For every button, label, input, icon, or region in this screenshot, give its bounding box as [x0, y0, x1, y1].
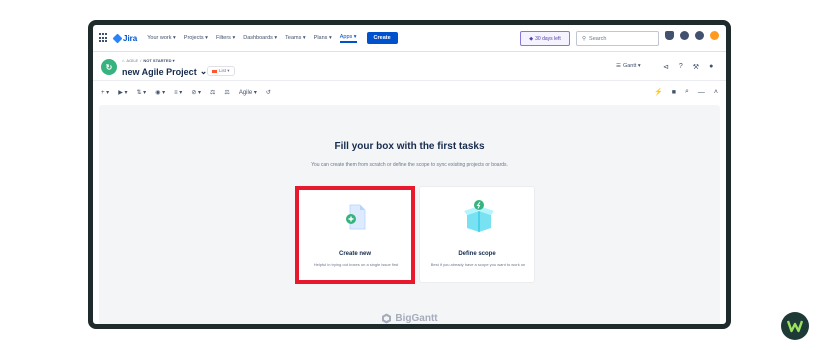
biggantt-logo-icon — [382, 313, 392, 324]
project-title-text: new Agile Project — [122, 66, 197, 77]
nav-apps[interactable]: Apps ▾ — [339, 34, 357, 43]
jira-logo[interactable]: Jira — [112, 33, 138, 43]
share-icon[interactable]: ⊲ — [663, 63, 669, 71]
trial-badge[interactable]: ◆ 30 days left — [520, 31, 570, 46]
add-button[interactable]: + ▾ — [101, 89, 109, 96]
define-scope-description: Best if you already have a scope you wan… — [430, 262, 526, 267]
calendar-icon[interactable]: ■ — [672, 89, 676, 96]
empty-state-subheading: You can create them from scratch or defi… — [311, 162, 508, 168]
lightning-icon[interactable]: ⚡ — [654, 88, 663, 96]
top-right-icons — [665, 31, 719, 40]
gantt-toolbar: + ▾ ▶ ▾ ⇅ ▾ ◉ ▾ ≡ ▾ ⊘ ▾ ⚖ ⚖ Agile ▾ ↺ — [93, 82, 726, 102]
sort-button[interactable]: ⇅ ▾ — [136, 89, 146, 96]
nav-plans[interactable]: Plans ▾ — [314, 35, 332, 41]
project-header: ↻ ⌂ AGILE / NOT STARTED ▾ new Agile Proj… — [93, 53, 726, 81]
help-icon[interactable] — [680, 31, 689, 40]
visibility-button[interactable]: ◉ ▾ — [155, 89, 165, 96]
nav-your-work[interactable]: Your work ▾ — [147, 35, 176, 41]
app-window: Jira Your work ▾ Projects ▾ Filters ▾ Da… — [88, 20, 731, 329]
brand-name: BigGantt — [395, 313, 438, 324]
empty-state-canvas: Fill your box with the first tasks You c… — [99, 105, 720, 324]
define-scope-card[interactable]: Define scope Best if you already have a … — [419, 186, 535, 283]
gantt-icon: ☰ — [616, 63, 621, 69]
bell-icon[interactable] — [665, 31, 674, 40]
nav-projects[interactable]: Projects ▾ — [184, 35, 208, 41]
user-icon[interactable]: ● — [709, 63, 713, 71]
breadcrumb-status[interactable]: NOT STARTED ▾ — [143, 58, 174, 63]
header-icons: ⊲ ? ⚒ ● — [663, 63, 713, 71]
brand-w-icon — [787, 320, 803, 333]
collapse-icon[interactable]: ˄ — [714, 89, 718, 96]
empty-state-heading: Fill your box with the first tasks — [334, 141, 485, 152]
search-icon: ⚲ — [582, 35, 587, 42]
create-button[interactable]: Create — [366, 32, 398, 44]
gantt-label: Gantt ▾ — [622, 63, 641, 69]
view-pill-label: List ▾ — [219, 68, 230, 73]
link-button[interactable]: ⊘ ▾ — [191, 89, 201, 96]
trial-label: 30 days left — [535, 35, 561, 42]
breadcrumb-project[interactable]: AGILE — [126, 58, 138, 63]
home-icon[interactable]: ⌂ — [122, 58, 124, 63]
wrench-icon[interactable]: ⚒ — [693, 63, 699, 71]
search-input[interactable]: ⚲ Search — [576, 31, 659, 46]
corner-logo-badge — [781, 312, 809, 340]
gantt-view-selector[interactable]: ☰ Gantt ▾ — [616, 63, 641, 69]
nav-dashboards[interactable]: Dashboards ▾ — [243, 35, 277, 41]
expand-button[interactable]: ▶ ▾ — [118, 89, 127, 96]
hierarchy-button[interactable]: ⚖ — [210, 89, 215, 96]
zoom-icon[interactable]: ⌕ — [685, 88, 689, 96]
avatar[interactable] — [710, 31, 719, 40]
search-placeholder: Search — [589, 35, 607, 42]
biggantt-brand: BigGantt — [99, 313, 720, 324]
project-refresh-icon[interactable]: ↻ — [101, 59, 117, 75]
megaphone-icon: ◆ — [529, 35, 534, 42]
question-icon[interactable]: ? — [679, 63, 683, 71]
settings-icon[interactable] — [695, 31, 704, 40]
view-pill[interactable]: List ▾ — [207, 66, 235, 76]
baseline-button[interactable]: ⚖ — [224, 89, 229, 96]
app-switcher-icon[interactable] — [99, 33, 109, 43]
define-scope-title: Define scope — [458, 251, 496, 257]
project-title[interactable]: new Agile Project ⌄ — [122, 66, 207, 77]
highlight-box — [295, 186, 415, 284]
open-box-icon — [464, 200, 494, 232]
flag-icon — [212, 69, 217, 73]
nav-teams[interactable]: Teams ▾ — [285, 35, 306, 41]
undo-button[interactable]: ↺ — [266, 89, 271, 96]
jira-logo-icon — [112, 33, 123, 43]
fields-button[interactable]: ≡ ▾ — [174, 89, 182, 96]
app-name: Jira — [123, 33, 138, 43]
minus-icon[interactable]: — — [698, 89, 705, 96]
agile-button[interactable]: Agile ▾ — [239, 89, 257, 96]
breadcrumb: ⌂ AGILE / NOT STARTED ▾ — [122, 58, 175, 63]
nav-filters[interactable]: Filters ▾ — [216, 35, 235, 41]
toolbar-right: ⚡ ■ ⌕ — ˄ — [654, 82, 718, 102]
